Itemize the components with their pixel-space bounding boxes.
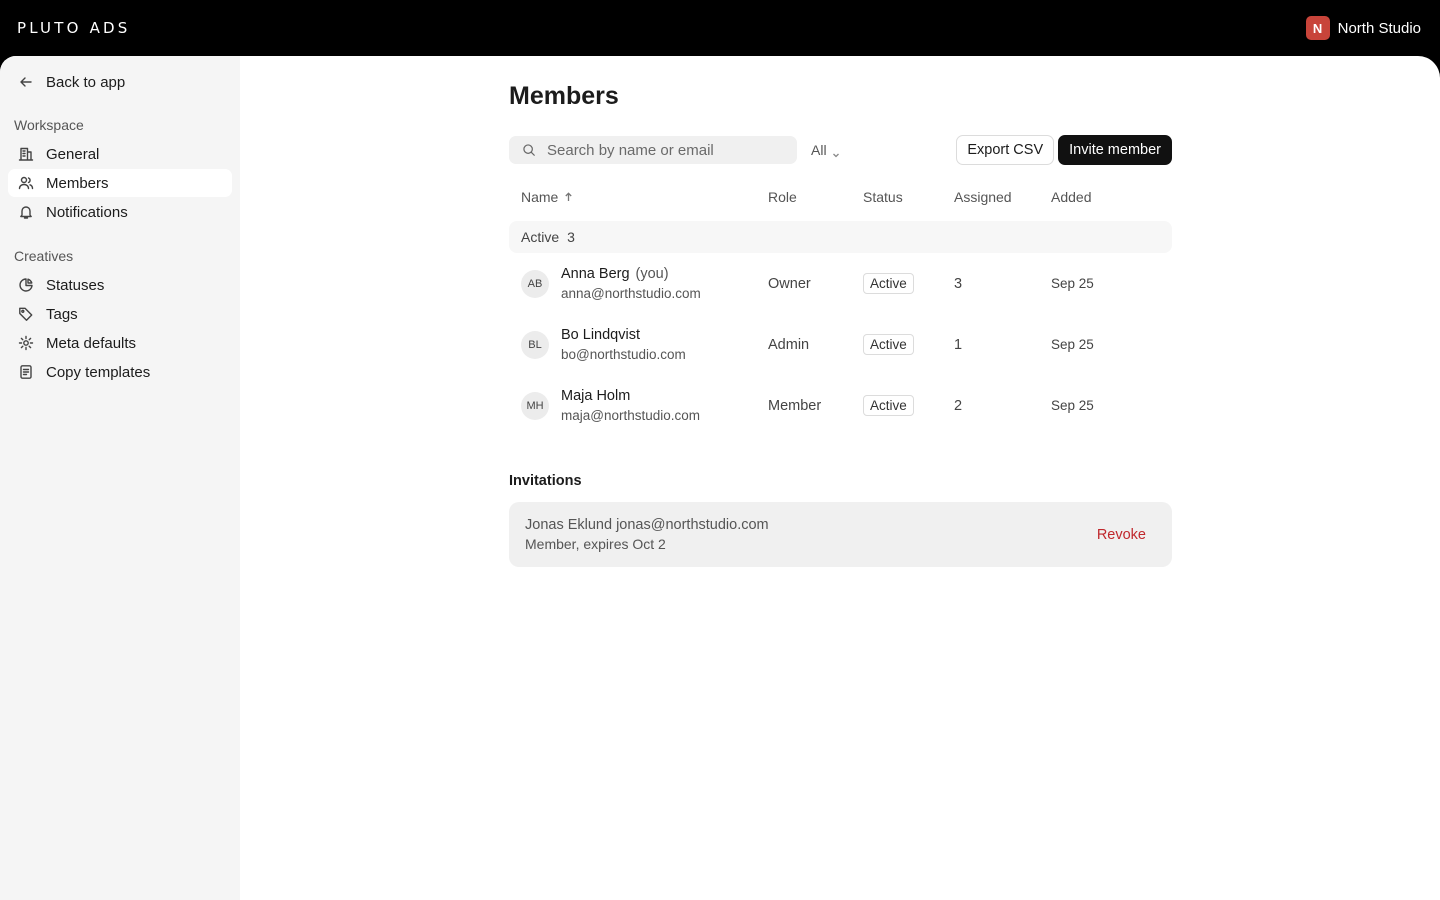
status-filter-dropdown[interactable]: All (811, 142, 840, 158)
revoke-invitation-button[interactable]: Revoke (1097, 527, 1146, 543)
column-header-label: Name (521, 189, 559, 205)
member-role[interactable]: Member (768, 398, 863, 414)
page-title: Members (509, 82, 619, 110)
settings-sidebar: Back to app Workspace General Members No… (0, 56, 240, 900)
sidebar-item-statuses[interactable]: Statuses (8, 271, 232, 299)
top-bar: PLUTO ADS N North Studio (0, 0, 1440, 56)
building-icon (18, 146, 34, 162)
member-assigned-count: 3 (954, 275, 963, 292)
member-cell: BL Bo Lindqvist bo@northstudio.com (509, 326, 768, 364)
invitation-invitee: Jonas Eklund jonas@northstudio.com (525, 516, 769, 533)
column-header-status[interactable]: Status (863, 189, 954, 205)
group-label: Active (521, 229, 560, 245)
sidebar-item-label: Meta defaults (46, 334, 137, 352)
invitation-card: Jonas Eklund jonas@northstudio.com Membe… (509, 502, 1172, 567)
member-assigned-count: 2 (954, 397, 963, 414)
sidebar-item-label: Statuses (46, 276, 105, 294)
sidebar-item-members[interactable]: Members (8, 169, 232, 197)
search-input[interactable] (547, 141, 777, 159)
sidebar-item-label: Notifications (46, 203, 128, 221)
main-content: Members All Export CSV Invite member (240, 56, 1440, 900)
sort-ascending-icon (564, 189, 573, 205)
arrow-left-icon (18, 74, 34, 90)
column-header-name[interactable]: Name (509, 189, 768, 205)
table-row[interactable]: BL Bo Lindqvist bo@northstudio.com Admin… (509, 314, 1172, 375)
member-email: anna@northstudio.com (561, 285, 701, 301)
member-cell: MH Maja Holm maja@northstudio.com (509, 387, 768, 425)
search-box[interactable] (509, 136, 797, 164)
member-added-date: Sep 25 (1051, 337, 1094, 352)
workspace-avatar: N (1305, 16, 1330, 40)
sidebar-item-general[interactable]: General (8, 140, 232, 168)
sidebar-section-label: Creatives (14, 248, 74, 264)
sidebar-item-copy-templates[interactable]: Copy templates (8, 358, 232, 386)
member-role[interactable]: Admin (768, 337, 863, 353)
status-badge: Active (863, 334, 914, 355)
workspace-switcher[interactable]: N North Studio (1305, 16, 1423, 40)
users-icon (18, 175, 34, 191)
column-header-role[interactable]: Role (768, 189, 863, 205)
member-email: maja@northstudio.com (561, 407, 701, 423)
member-name: Anna Berg (561, 265, 630, 282)
members-table-header: Name Role Status Assigned Added (509, 182, 1172, 212)
member-name: Bo Lindqvist (561, 326, 640, 343)
sidebar-item-label: Copy templates (46, 363, 151, 381)
sidebar-section-creatives: Creatives Statuses Tags Meta defaults Co… (8, 248, 232, 386)
member-name: Maja Holm (561, 387, 631, 404)
invite-member-button[interactable]: Invite member (1058, 135, 1172, 165)
invitation-details: Member, expires Oct 2 (525, 535, 666, 552)
workspace-name: North Studio (1337, 19, 1421, 37)
column-header-assigned[interactable]: Assigned (954, 189, 1051, 205)
sidebar-item-notifications[interactable]: Notifications (8, 198, 232, 226)
members-page: Members All Export CSV Invite member (509, 80, 1172, 567)
sidebar-item-label: Tags (46, 305, 78, 323)
you-indicator: (you) (635, 265, 669, 282)
back-to-app-label: Back to app (46, 73, 126, 91)
column-header-added[interactable]: Added (1051, 189, 1171, 205)
group-header-active[interactable]: Active 3 (509, 221, 1172, 253)
member-added-date: Sep 25 (1051, 398, 1094, 413)
member-name-line: Anna Berg (you) (561, 265, 701, 284)
avatar: AB (521, 269, 549, 298)
avatar: BL (521, 330, 549, 359)
document-icon (18, 364, 34, 380)
sidebar-item-meta-defaults[interactable]: Meta defaults (8, 329, 232, 357)
filter-label: All (811, 142, 827, 158)
sidebar-item-label: Members (46, 174, 109, 192)
status-badge: Active (863, 395, 914, 416)
bell-icon (18, 204, 34, 220)
table-row[interactable]: MH Maja Holm maja@northstudio.com Member… (509, 375, 1172, 436)
member-email: bo@northstudio.com (561, 346, 686, 362)
export-csv-button[interactable]: Export CSV (956, 135, 1055, 165)
avatar: MH (521, 391, 549, 420)
members-toolbar: All Export CSV Invite member (509, 135, 1172, 165)
app-logo[interactable]: PLUTO ADS (17, 19, 131, 37)
invitations-heading: Invitations (509, 473, 582, 489)
app-shell: Back to app Workspace General Members No… (0, 56, 1440, 900)
chevron-down-icon (832, 146, 840, 158)
member-added-date: Sep 25 (1051, 276, 1094, 291)
members-table-body: AB Anna Berg (you) anna@northstudio.com O… (509, 253, 1172, 436)
group-count: 3 (567, 229, 575, 245)
status-badge: Active (863, 273, 914, 294)
table-row[interactable]: AB Anna Berg (you) anna@northstudio.com O… (509, 253, 1172, 314)
member-assigned-count: 1 (954, 336, 963, 353)
pie-icon (18, 277, 34, 293)
tag-icon (18, 306, 34, 322)
search-icon (521, 142, 537, 158)
sidebar-section-workspace: Workspace General Members Notifications (8, 117, 232, 226)
sidebar-section-label: Workspace (14, 117, 84, 133)
gear-icon (18, 335, 34, 351)
member-cell: AB Anna Berg (you) anna@northstudio.com (509, 265, 768, 303)
sidebar-item-tags[interactable]: Tags (8, 300, 232, 328)
member-role[interactable]: Owner (768, 276, 863, 292)
sidebar-item-label: General (46, 145, 100, 163)
back-to-app-link[interactable]: Back to app (8, 72, 232, 92)
